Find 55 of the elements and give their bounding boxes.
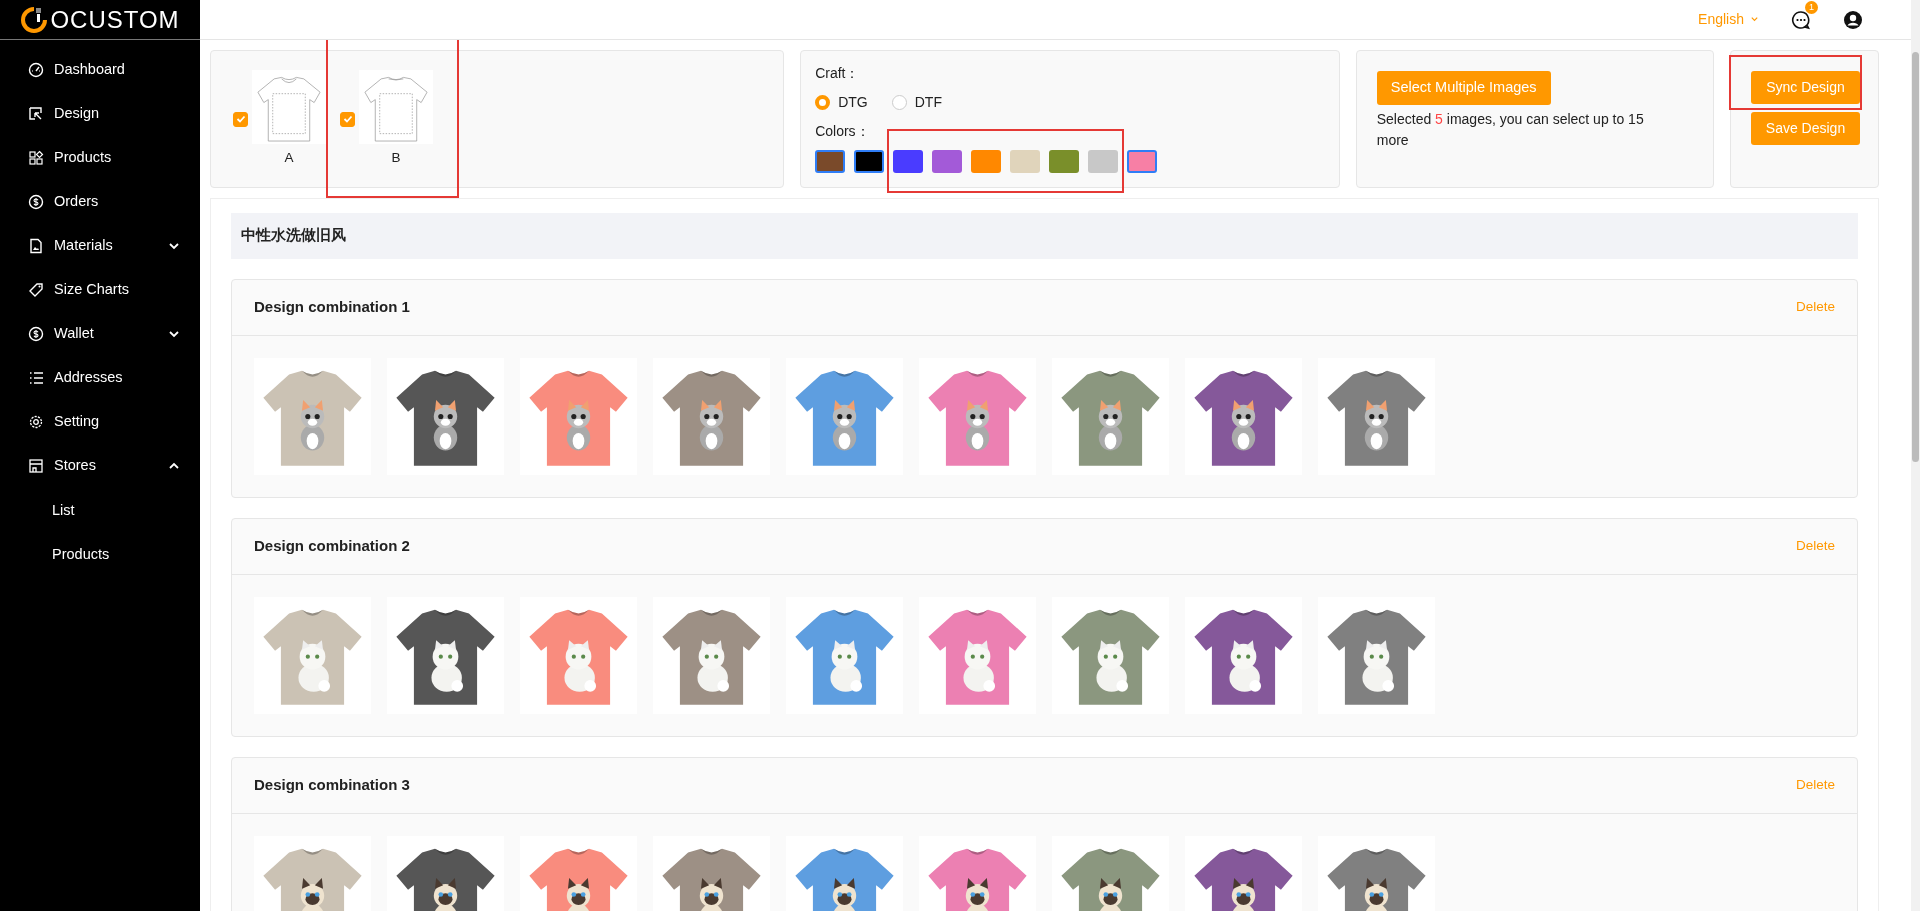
combination-title: Design combination 1 (254, 297, 410, 318)
checkbox[interactable] (340, 111, 355, 127)
color-swatch[interactable] (971, 150, 1002, 173)
notification-count: 1 (1805, 1, 1818, 15)
radio-option[interactable]: DTG (815, 92, 868, 113)
color-swatch[interactable] (893, 150, 924, 173)
checkbox[interactable] (233, 111, 248, 127)
colors-label: Colors： (815, 122, 871, 141)
selection-note: Selected 5 images, you can select up to 15 more (1376, 109, 1645, 150)
sidebar-item[interactable]: Materials (0, 224, 200, 268)
store-icon (28, 458, 44, 474)
sidebar-item[interactable]: Size Charts (0, 268, 200, 312)
sidebar-item[interactable]: Products (0, 136, 200, 180)
color-swatch[interactable] (815, 150, 846, 173)
combination-title: Design combination 3 (254, 775, 410, 796)
tag-icon (28, 282, 44, 298)
cursor-icon (28, 106, 44, 122)
mockup-label: B (391, 148, 401, 167)
radio-option[interactable]: DTF (891, 92, 942, 113)
craft-label: Craft： (815, 64, 861, 83)
sidebar-subitem[interactable]: Products (0, 532, 200, 576)
sidebar-item[interactable]: Design (0, 92, 200, 136)
settings-icon (28, 414, 44, 430)
sidebar-item[interactable]: Stores (0, 444, 200, 488)
combination-title: Design combination 2 (254, 536, 410, 557)
list-icon (28, 370, 44, 386)
sidebar-item[interactable]: Addresses (0, 356, 200, 400)
sidebar-item[interactable]: Wallet (0, 312, 200, 356)
scrollbar-thumb[interactable] (1912, 52, 1919, 462)
chat-icon[interactable] (1791, 10, 1811, 31)
grid-icon (28, 150, 44, 166)
check-icon (342, 114, 353, 124)
section-title: 中性水洗做旧风 (231, 213, 1858, 259)
sidebar-subitem[interactable]: List (0, 488, 200, 532)
chevron-down-icon (1750, 15, 1759, 24)
sidebar-item[interactable]: Dashboard (0, 48, 200, 92)
sidebar-item[interactable]: Orders (0, 180, 200, 224)
color-swatch[interactable] (1049, 150, 1080, 173)
chevron-down-icon (168, 328, 180, 340)
color-swatch[interactable] (1010, 150, 1041, 173)
check-icon (235, 114, 246, 124)
gauge-icon (28, 62, 44, 78)
user-icon[interactable] (1843, 9, 1863, 30)
color-swatch[interactable] (854, 150, 885, 173)
chevron-down-icon (168, 240, 180, 252)
color-swatch[interactable] (1127, 150, 1158, 173)
image-file-icon (28, 238, 44, 254)
logo-icon (20, 5, 49, 34)
color-swatch[interactable] (932, 150, 963, 173)
sidebar-item[interactable]: Setting (0, 400, 200, 444)
dollar-circle-icon (28, 194, 44, 210)
dollar-circle-icon (28, 326, 44, 342)
mockup-label: A (284, 148, 294, 167)
brand-name: OCUSTOM (50, 4, 180, 35)
color-swatch[interactable] (1088, 150, 1119, 173)
